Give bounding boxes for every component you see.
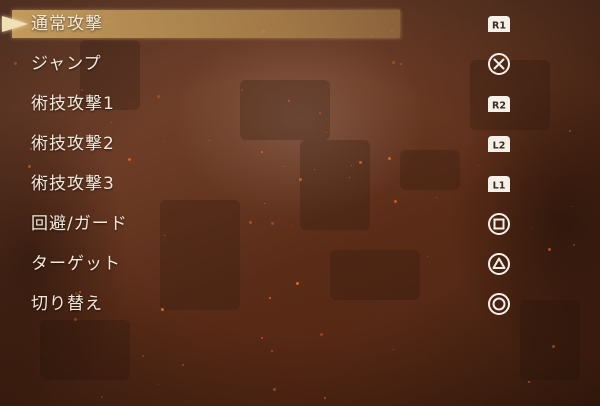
square-button-icon — [485, 213, 513, 235]
triangle-button-icon — [485, 253, 513, 275]
l1-button-icon: L1 — [485, 174, 513, 194]
menu-row-label: 術技攻撃3 — [31, 174, 115, 194]
menu-row-evade-guard[interactable]: 回避/ガード — [0, 210, 600, 238]
menu-row-label: 術技攻撃1 — [31, 94, 115, 114]
l2-button-icon: L2 — [485, 134, 513, 154]
menu-row-target[interactable]: ターゲット — [0, 250, 600, 278]
menu-row-normal-attack[interactable]: 通常攻撃 R1 — [0, 10, 600, 38]
menu-row-label: 切り替え — [31, 294, 103, 314]
menu-row-switch[interactable]: 切り替え — [0, 290, 600, 318]
menu-row-label: 通常攻撃 — [31, 14, 103, 34]
r2-button-text: R2 — [492, 101, 506, 112]
r1-button-icon: R1 — [485, 14, 513, 34]
r2-button-icon: R2 — [485, 94, 513, 114]
l1-button-text: L1 — [493, 181, 506, 192]
menu-row-arte-attack-3[interactable]: 術技攻撃3 L1 — [0, 170, 600, 198]
l2-button-text: L2 — [493, 141, 506, 152]
menu-row-label: ターゲット — [31, 254, 121, 274]
menu-row-arte-attack-1[interactable]: 術技攻撃1 R2 — [0, 90, 600, 118]
r1-button-text: R1 — [492, 21, 506, 32]
button-config-menu: 通常攻撃 R1 ジャンプ 術技攻撃1 R2 術技攻撃2 L2 術技攻撃3 L1 … — [0, 0, 600, 406]
circle-button-icon — [485, 293, 513, 315]
menu-row-label: 回避/ガード — [31, 214, 128, 234]
cross-button-icon — [485, 53, 513, 75]
menu-row-arte-attack-2[interactable]: 術技攻撃2 L2 — [0, 130, 600, 158]
menu-row-jump[interactable]: ジャンプ — [0, 50, 600, 78]
selection-cursor-arrow-icon — [2, 16, 28, 32]
menu-row-label: ジャンプ — [31, 54, 102, 74]
menu-row-label: 術技攻撃2 — [31, 134, 115, 154]
